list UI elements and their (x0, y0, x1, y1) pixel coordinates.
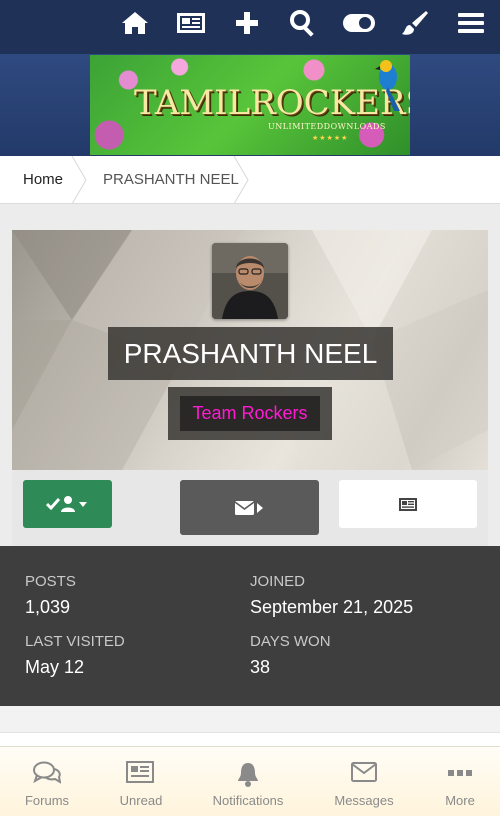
avatar[interactable] (212, 243, 288, 319)
breadcrumb-separator-icon (71, 156, 87, 204)
follow-button[interactable] (23, 480, 112, 528)
stat-joined: JOINED September 21, 2025 (250, 573, 413, 618)
site-logo-banner[interactable]: TAMILROCKERS UNLIMITEDDOWNLOADS ★★★★★ (90, 55, 410, 155)
nav-label: Unread (119, 793, 163, 808)
stat-value[interactable]: 38 (250, 657, 331, 678)
newspaper-icon (399, 497, 417, 511)
check-user-icon (45, 496, 87, 512)
profile-cover: PRASHANTH NEEL Team Rockers (12, 230, 488, 470)
content-area-top (0, 732, 500, 746)
home-icon[interactable] (118, 8, 152, 38)
brush-icon[interactable] (398, 8, 432, 38)
toggle-icon[interactable] (342, 8, 376, 38)
stat-label: DAYS WON (250, 633, 331, 650)
newspaper-icon (126, 761, 154, 783)
profile-actions (12, 470, 488, 546)
stat-label: LAST VISITED (25, 633, 125, 650)
chevron-down-icon (78, 502, 87, 507)
site-header: TAMILROCKERS UNLIMITEDDOWNLOADS ★★★★★ (0, 54, 500, 156)
search-icon[interactable] (286, 8, 320, 38)
stat-value: September 21, 2025 (250, 597, 414, 617)
profile-group-box: Team Rockers (168, 387, 332, 440)
stat-label: POSTS (25, 573, 76, 590)
newspaper-icon[interactable] (174, 8, 208, 38)
nav-more[interactable]: More (420, 747, 500, 816)
bell-icon (238, 763, 258, 787)
profile-stats: POSTS 1,039 JOINED September 21, 2025 LA… (0, 546, 500, 706)
message-button[interactable] (180, 480, 319, 535)
breadcrumb-separator-icon (233, 156, 249, 204)
profile-group-badge: Team Rockers (180, 396, 320, 431)
stat-value: May 12 (25, 657, 85, 677)
stat-value: 1,039 (25, 597, 71, 617)
nav-messages[interactable]: Messages (308, 747, 420, 816)
envelope-icon (234, 500, 263, 515)
stat-posts: POSTS 1,039 (25, 573, 76, 618)
site-rating-stars: ★★★★★ (312, 135, 349, 142)
nav-forums[interactable]: Forums (0, 747, 94, 816)
nav-label: More (445, 793, 475, 808)
more-icon (448, 770, 472, 776)
nav-label: Messages (334, 793, 394, 808)
menu-icon[interactable] (454, 8, 488, 38)
content-button[interactable] (339, 480, 477, 528)
nav-notifications[interactable]: Notifications (188, 747, 308, 816)
stat-label: JOINED (250, 573, 306, 590)
envelope-icon (351, 762, 377, 782)
stat-last-visited: LAST VISITED May 12 (25, 633, 125, 678)
stat-days-won: DAYS WON 38 (250, 633, 331, 678)
site-logo-text: TAMILROCKERS (134, 83, 410, 123)
top-navigation-bar (0, 0, 500, 54)
nav-unread[interactable]: Unread (94, 747, 188, 816)
plus-icon[interactable] (230, 8, 264, 38)
profile-group-name: Team Rockers (192, 403, 308, 423)
section-divider (0, 706, 500, 732)
nav-label: Forums (24, 793, 70, 808)
parrot-icon (375, 60, 400, 111)
avatar-photo (212, 243, 288, 319)
breadcrumb-home[interactable]: Home (23, 156, 63, 204)
top-nav-icons (96, 8, 488, 38)
breadcrumb: Home PRASHANTH NEEL (0, 156, 500, 204)
chat-icon (33, 761, 61, 784)
profile-name: PRASHANTH NEEL (123, 338, 378, 369)
profile-name-box: PRASHANTH NEEL (108, 327, 393, 380)
nav-label: Notifications (212, 793, 284, 808)
breadcrumb-current: PRASHANTH NEEL (103, 171, 239, 188)
site-tagline: UNLIMITEDDOWNLOADS (268, 122, 386, 131)
bottom-navigation: Forums Unread Notifications Messages Mor… (0, 746, 500, 816)
